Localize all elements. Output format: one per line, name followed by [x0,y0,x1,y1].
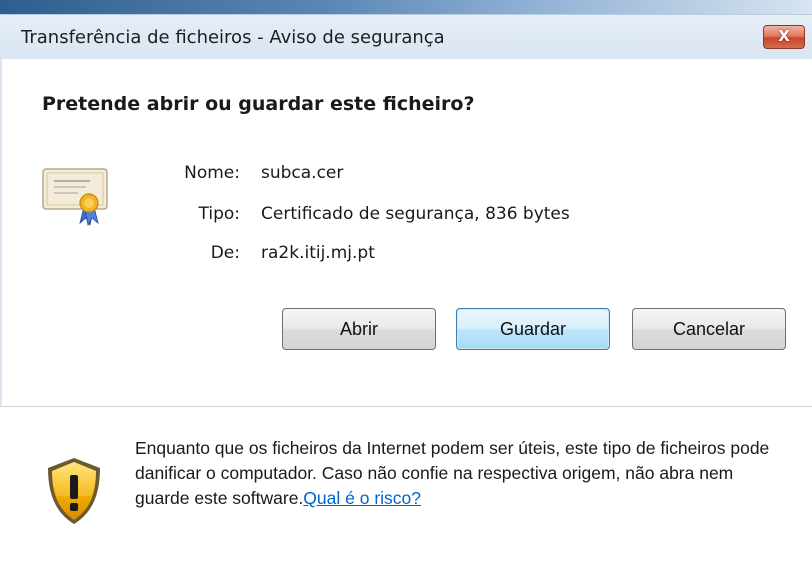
save-button[interactable]: Guardar [456,308,610,350]
dialog-question: Pretende abrir ou guardar este ficheiro? [42,93,475,115]
risk-link[interactable]: Qual é o risco? [303,488,421,508]
open-button[interactable]: Abrir [282,308,436,350]
warning-shield-icon [48,458,100,524]
name-value: subca.cer [261,163,344,183]
from-label: De: [210,243,240,263]
type-value: Certificado de segurança, 836 bytes [261,204,570,224]
close-icon: X [778,27,790,45]
warning-message: Enquanto que os ficheiros da Internet po… [135,438,770,508]
type-label: Tipo: [198,204,240,224]
security-warning-dialog: Transferência de ficheiros - Aviso de se… [0,0,812,573]
cancel-button[interactable]: Cancelar [632,308,786,350]
name-label: Nome: [184,163,240,183]
from-value: ra2k.itij.mj.pt [261,243,375,263]
background-window-strip [0,0,812,14]
title-bar[interactable]: Transferência de ficheiros - Aviso de se… [0,14,812,59]
window-title: Transferência de ficheiros - Aviso de se… [21,27,445,48]
close-button[interactable]: X [763,25,805,49]
security-warning-text: Enquanto que os ficheiros da Internet po… [135,436,785,511]
certificate-icon [42,168,108,227]
